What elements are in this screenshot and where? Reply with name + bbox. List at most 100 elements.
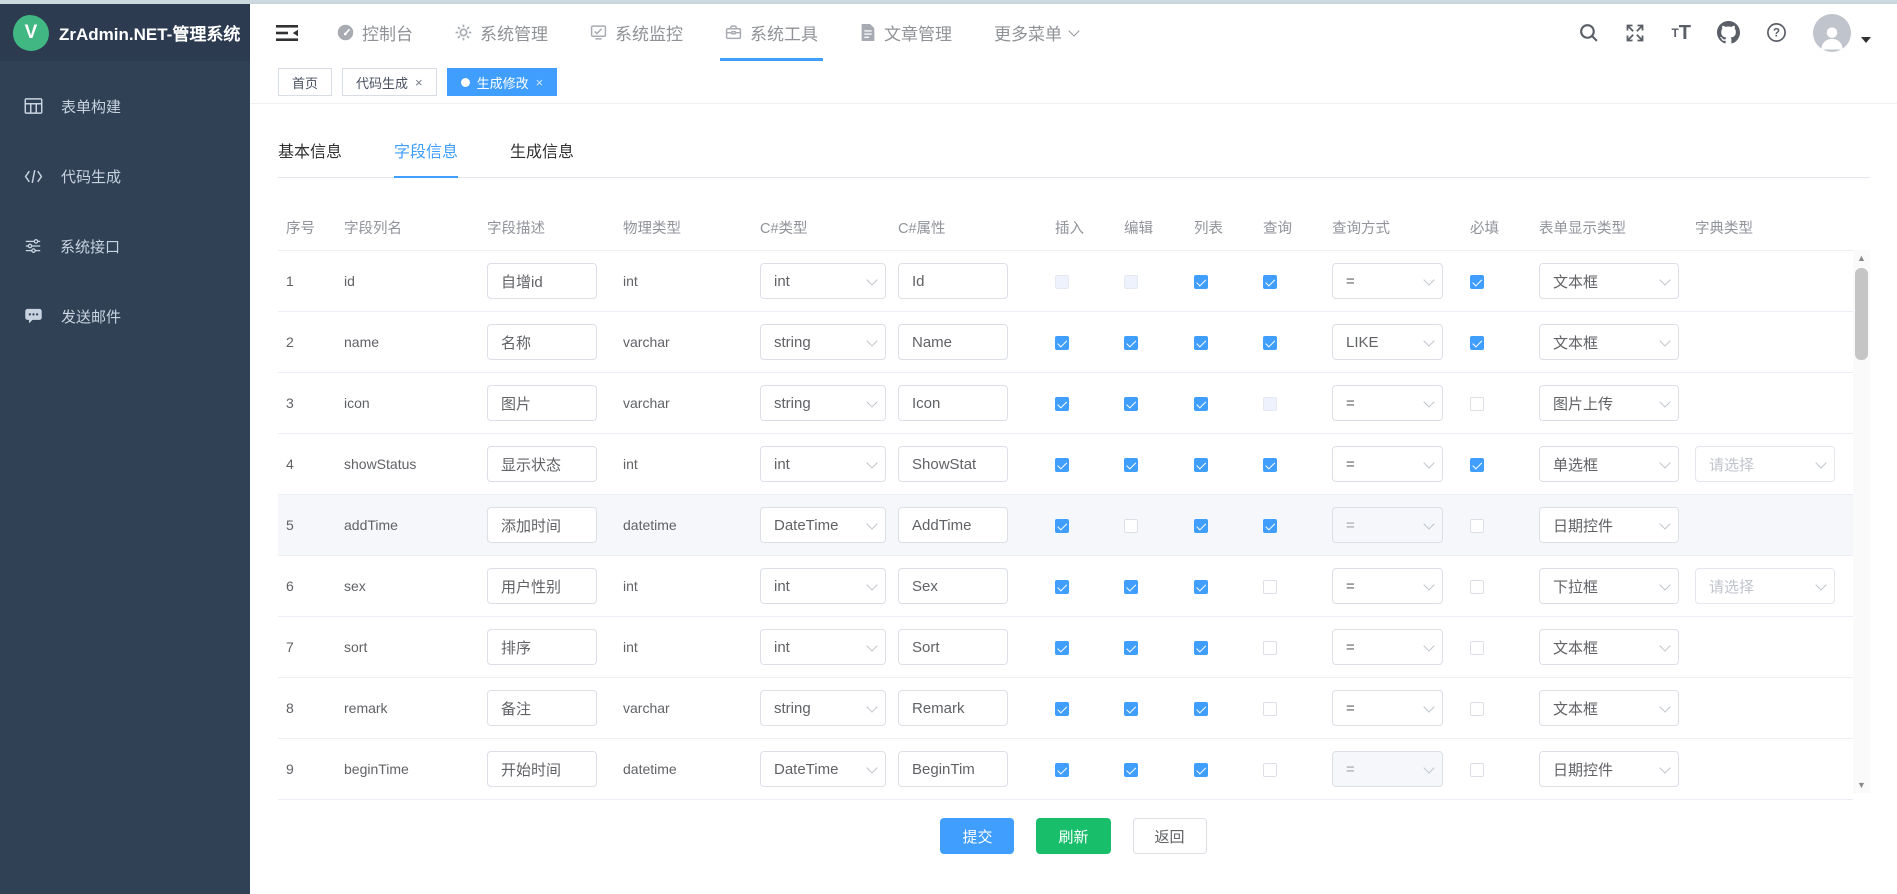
cs-prop-input[interactable] — [898, 263, 1008, 299]
query-method-select[interactable]: = — [1332, 629, 1443, 665]
insert-checkbox[interactable] — [1055, 519, 1069, 533]
field-desc-input[interactable] — [487, 568, 597, 604]
display-type-select[interactable]: 图片上传 — [1539, 385, 1679, 421]
list-checkbox[interactable] — [1194, 702, 1208, 716]
nav-item[interactable]: 文章管理 — [839, 4, 973, 61]
tab[interactable]: 基本信息 — [278, 138, 342, 177]
github-icon[interactable] — [1717, 21, 1740, 44]
edit-checkbox[interactable] — [1124, 763, 1138, 777]
cs-prop-input[interactable] — [898, 690, 1008, 726]
list-checkbox[interactable] — [1194, 336, 1208, 350]
list-checkbox[interactable] — [1194, 397, 1208, 411]
cs-prop-input[interactable] — [898, 507, 1008, 543]
insert-checkbox[interactable] — [1055, 702, 1069, 716]
cs-prop-input[interactable] — [898, 568, 1008, 604]
field-desc-input[interactable] — [487, 751, 597, 787]
edit-checkbox[interactable] — [1124, 336, 1138, 350]
dict-type-select[interactable]: 请选择 — [1695, 568, 1835, 604]
query-method-select[interactable]: = — [1332, 507, 1443, 543]
dict-type-select[interactable]: 请选择 — [1695, 446, 1835, 482]
tab[interactable]: 字段信息 — [394, 138, 458, 177]
refresh-button[interactable]: 刷新 — [1036, 818, 1110, 854]
tag[interactable]: 代码生成× — [342, 68, 437, 96]
required-checkbox[interactable] — [1470, 458, 1484, 472]
cs-type-select[interactable]: int — [760, 446, 886, 482]
insert-checkbox[interactable] — [1055, 580, 1069, 594]
edit-checkbox[interactable] — [1124, 580, 1138, 594]
scroll-up-icon[interactable]: ▲ — [1853, 250, 1870, 266]
caret-down-icon[interactable] — [1861, 37, 1871, 43]
required-checkbox[interactable] — [1470, 275, 1484, 289]
cs-type-select[interactable]: string — [760, 324, 886, 360]
insert-checkbox[interactable] — [1055, 641, 1069, 655]
query-checkbox[interactable] — [1263, 397, 1277, 411]
nav-item[interactable]: 系统管理 — [434, 4, 569, 61]
edit-checkbox[interactable] — [1124, 275, 1138, 289]
field-desc-input[interactable] — [487, 690, 597, 726]
query-method-select[interactable]: = — [1332, 568, 1443, 604]
display-type-select[interactable]: 日期控件 — [1539, 507, 1679, 543]
required-checkbox[interactable] — [1470, 641, 1484, 655]
edit-checkbox[interactable] — [1124, 702, 1138, 716]
query-checkbox[interactable] — [1263, 458, 1277, 472]
nav-item[interactable]: 控制台 — [316, 4, 434, 61]
query-checkbox[interactable] — [1263, 763, 1277, 777]
tab[interactable]: 生成信息 — [510, 138, 574, 177]
submit-button[interactable]: 提交 — [940, 818, 1014, 854]
display-type-select[interactable]: 文本框 — [1539, 629, 1679, 665]
nav-item[interactable]: 系统工具 — [704, 4, 839, 61]
query-checkbox[interactable] — [1263, 702, 1277, 716]
cs-prop-input[interactable] — [898, 385, 1008, 421]
scroll-thumb[interactable] — [1855, 268, 1868, 360]
list-checkbox[interactable] — [1194, 580, 1208, 594]
edit-checkbox[interactable] — [1124, 397, 1138, 411]
display-type-select[interactable]: 日期控件 — [1539, 751, 1679, 787]
list-checkbox[interactable] — [1194, 641, 1208, 655]
field-desc-input[interactable] — [487, 446, 597, 482]
back-button[interactable]: 返回 — [1133, 818, 1207, 854]
cs-type-select[interactable]: int — [760, 568, 886, 604]
required-checkbox[interactable] — [1470, 702, 1484, 716]
font-size-icon[interactable]: TT — [1671, 23, 1691, 43]
edit-checkbox[interactable] — [1124, 458, 1138, 472]
insert-checkbox[interactable] — [1055, 397, 1069, 411]
scroll-down-icon[interactable]: ▼ — [1853, 777, 1870, 793]
nav-item[interactable]: 系统监控 — [569, 4, 704, 61]
required-checkbox[interactable] — [1470, 580, 1484, 594]
list-checkbox[interactable] — [1194, 458, 1208, 472]
query-method-select[interactable]: = — [1332, 385, 1443, 421]
logo[interactable]: V ZrAdmin.NET-管理系统 — [0, 4, 250, 61]
insert-checkbox[interactable] — [1055, 458, 1069, 472]
display-type-select[interactable]: 文本框 — [1539, 324, 1679, 360]
query-method-select[interactable]: = — [1332, 446, 1443, 482]
help-icon[interactable]: ? — [1766, 22, 1787, 43]
query-checkbox[interactable] — [1263, 275, 1277, 289]
nav-item[interactable]: 更多菜单 — [973, 4, 1099, 61]
sidebar-item[interactable]: 表单构建 — [0, 71, 250, 141]
query-method-select[interactable]: = — [1332, 751, 1443, 787]
query-method-select[interactable]: = — [1332, 263, 1443, 299]
cs-type-select[interactable]: int — [760, 629, 886, 665]
display-type-select[interactable]: 下拉框 — [1539, 568, 1679, 604]
query-method-select[interactable]: LIKE — [1332, 324, 1443, 360]
cs-type-select[interactable]: DateTime — [760, 751, 886, 787]
search-icon[interactable] — [1578, 22, 1599, 43]
avatar[interactable] — [1813, 14, 1851, 52]
field-desc-input[interactable] — [487, 385, 597, 421]
list-checkbox[interactable] — [1194, 275, 1208, 289]
tag[interactable]: 首页 — [278, 68, 332, 96]
display-type-select[interactable]: 单选框 — [1539, 446, 1679, 482]
cs-prop-input[interactable] — [898, 629, 1008, 665]
edit-checkbox[interactable] — [1124, 641, 1138, 655]
list-checkbox[interactable] — [1194, 519, 1208, 533]
required-checkbox[interactable] — [1470, 336, 1484, 350]
insert-checkbox[interactable] — [1055, 275, 1069, 289]
sidebar-item[interactable]: 系统接口 — [0, 211, 250, 281]
sidebar-item[interactable]: 发送邮件 — [0, 281, 250, 351]
insert-checkbox[interactable] — [1055, 336, 1069, 350]
cs-prop-input[interactable] — [898, 324, 1008, 360]
tag[interactable]: 生成修改× — [447, 68, 558, 96]
edit-checkbox[interactable] — [1124, 519, 1138, 533]
list-checkbox[interactable] — [1194, 763, 1208, 777]
query-checkbox[interactable] — [1263, 336, 1277, 350]
